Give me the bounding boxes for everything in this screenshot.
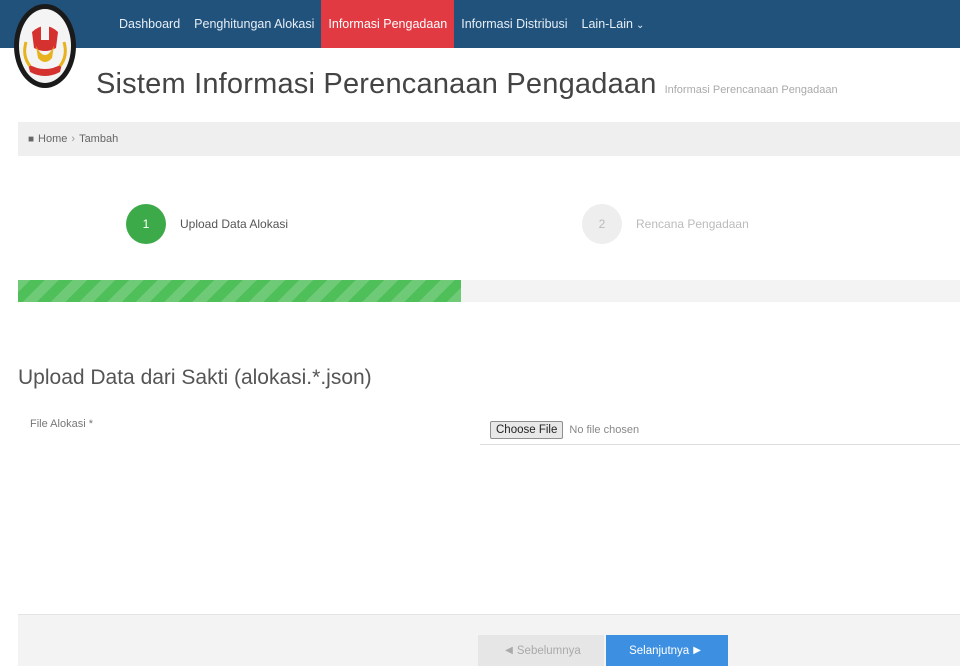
chevron-down-icon: ⌄ — [635, 20, 645, 31]
wizard-progress-bar — [18, 280, 960, 302]
next-button-label: Selanjutnya — [629, 644, 690, 657]
step-number-badge: 2 — [582, 204, 622, 244]
wizard-step-rencana[interactable]: 2 Rencana Pengadaan — [582, 204, 749, 244]
nav-item-label: Penghitungan Alokasi — [194, 17, 315, 31]
wizard-footer: ◀ Sebelumnya Selanjutnya ▶ — [18, 614, 960, 666]
breadcrumb: ■ Home › Tambah — [18, 122, 960, 156]
choose-file-button[interactable]: Choose File — [490, 421, 564, 439]
nav-item-penghitungan-alokasi[interactable]: Penghitungan Alokasi — [187, 0, 321, 48]
next-button[interactable]: Selanjutnya ▶ — [606, 635, 728, 666]
nav-item-label: Informasi Distribusi — [461, 17, 568, 31]
page-title: Sistem Informasi Perencanaan Pengadaan In… — [96, 68, 838, 101]
breadcrumb-separator-icon: › — [71, 133, 76, 145]
file-alokasi-input[interactable]: Choose File No file chosen — [480, 416, 960, 445]
breadcrumb-home-link[interactable]: Home — [38, 133, 67, 145]
breadcrumb-current: Tambah — [79, 133, 119, 145]
nav-menu: Dashboard Penghitungan Alokasi Informasi… — [112, 0, 651, 48]
kpu-logo[interactable] — [12, 2, 78, 96]
arrow-right-icon: ▶ — [693, 645, 701, 656]
nav-item-lain-lain[interactable]: Lain-Lain ⌄ — [575, 0, 652, 48]
upload-section-heading: Upload Data dari Sakti (alokasi.*.json) — [18, 366, 372, 389]
wizard-step-upload[interactable]: 1 Upload Data Alokasi — [126, 204, 288, 244]
nav-item-informasi-distribusi[interactable]: Informasi Distribusi — [454, 0, 574, 48]
nav-item-dashboard[interactable]: Dashboard — [112, 0, 187, 48]
file-alokasi-label: File Alokasi * — [30, 418, 93, 430]
progress-fill — [18, 280, 461, 302]
nav-item-label: Informasi Pengadaan — [328, 17, 448, 31]
step-label: Rencana Pengadaan — [636, 217, 749, 231]
file-status-text: No file chosen — [569, 424, 640, 436]
page-subtitle: Informasi Perencanaan Pengadaan — [664, 84, 838, 96]
step-label: Upload Data Alokasi — [180, 217, 289, 231]
home-icon: ■ — [28, 134, 35, 145]
nav-item-label: Dashboard — [119, 17, 181, 31]
top-navbar: Dashboard Penghitungan Alokasi Informasi… — [0, 0, 960, 48]
step-number-badge: 1 — [126, 204, 166, 244]
previous-button[interactable]: ◀ Sebelumnya — [478, 635, 604, 666]
previous-button-label: Sebelumnya — [516, 644, 581, 657]
nav-item-informasi-pengadaan[interactable]: Informasi Pengadaan — [321, 0, 455, 48]
page-title-text: Sistem Informasi Perencanaan Pengadaan — [96, 68, 657, 100]
nav-item-label: Lain-Lain — [581, 17, 633, 31]
arrow-left-icon: ◀ — [505, 645, 513, 656]
